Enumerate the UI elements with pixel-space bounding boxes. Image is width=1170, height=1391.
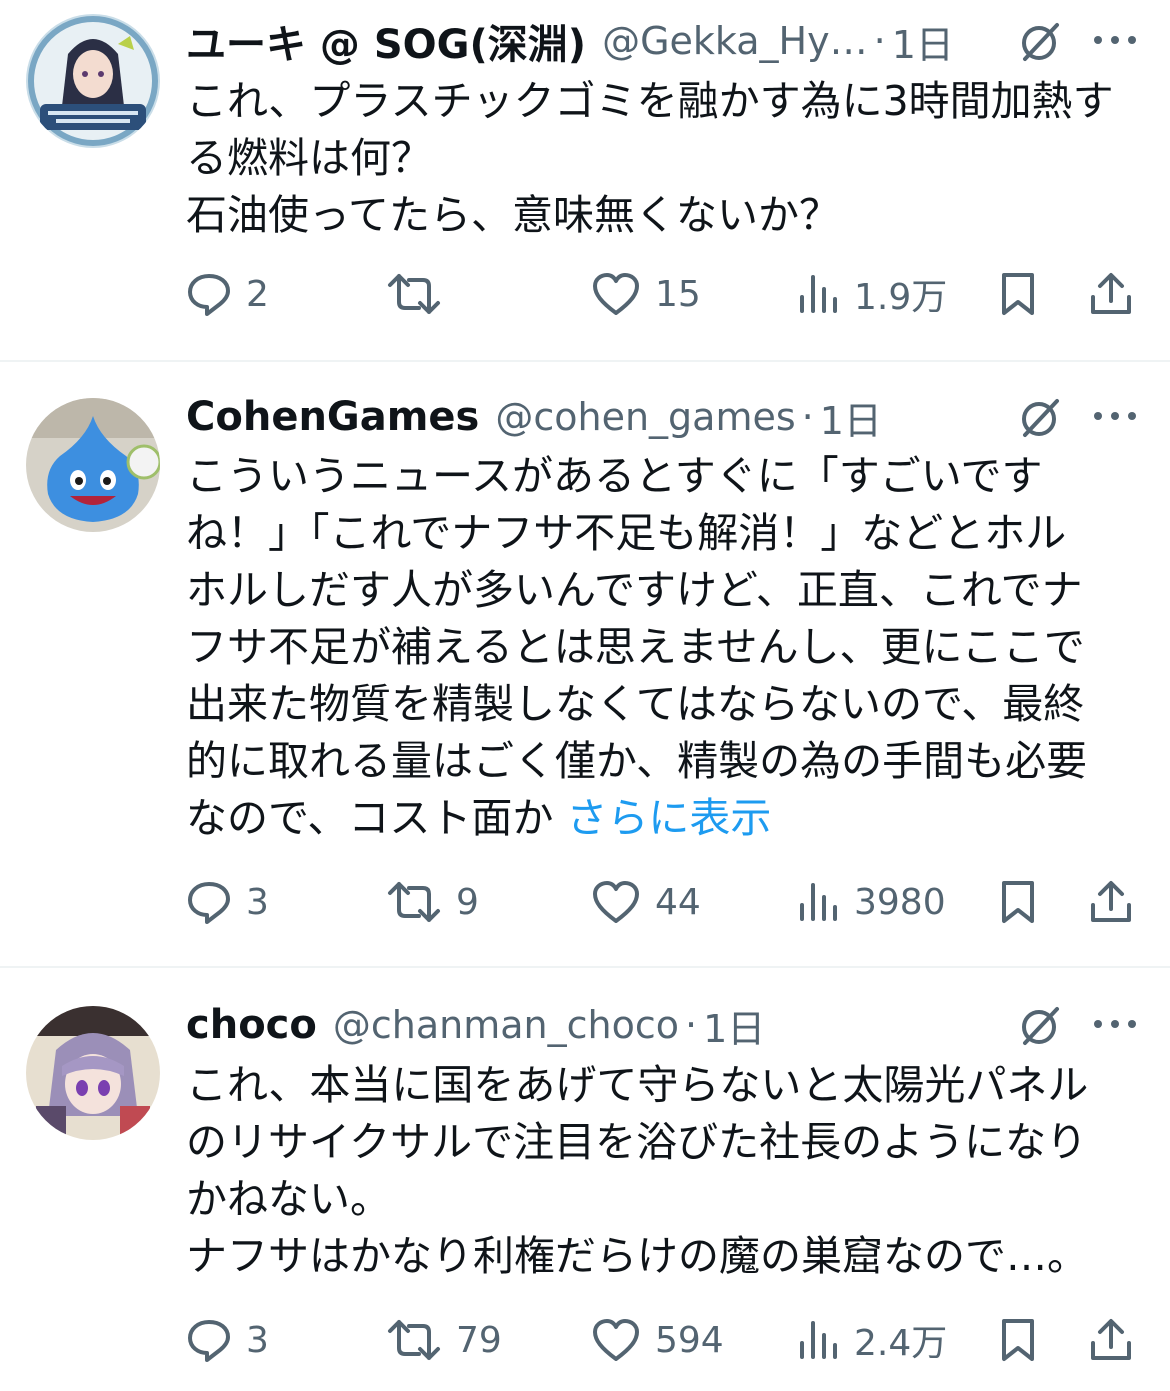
action-bar: 2 15 1.9万 <box>186 264 1146 324</box>
text-line: かねない。 <box>186 1175 391 1223</box>
text-line: ナフサはかなり利権だらけの魔の巣窟なので…。 <box>186 1232 1088 1280</box>
separator: · <box>801 395 814 439</box>
action-bar: 3 9 44 3980 <box>186 872 1146 932</box>
like-count: 15 <box>655 273 701 315</box>
like-button[interactable]: 594 <box>591 1310 724 1370</box>
tweet-3[interactable]: choco @chanman_choco · 1日 これ、本当に国をあげて守らな… <box>0 968 1170 1391</box>
display-name[interactable]: ユーキ @ SOG(深淵) <box>186 12 586 70</box>
like-icon <box>593 881 639 923</box>
repost-icon <box>388 882 440 922</box>
tweet-1[interactable]: ユーキ @ SOG(深淵) @Gekka_Hy… · 1日 これ、プラスチックゴ… <box>0 0 1170 360</box>
bookmark-icon <box>1002 881 1034 923</box>
text-line: これ、本当に国をあげて守らないと太陽光パネル <box>186 1061 1089 1109</box>
views-count: 1.9万 <box>854 277 948 318</box>
like-icon <box>593 273 639 315</box>
reply-button[interactable]: 3 <box>186 1310 269 1370</box>
grok-icon[interactable] <box>1015 393 1063 441</box>
timestamp[interactable]: 1日 <box>703 998 765 1053</box>
action-bar: 3 79 594 2.4万 <box>186 1310 1146 1370</box>
bookmark-button[interactable] <box>998 872 1038 932</box>
reply-icon <box>188 274 230 316</box>
like-icon <box>593 1319 639 1361</box>
views-icon <box>800 883 837 921</box>
repost-icon <box>388 1320 440 1360</box>
display-name[interactable]: CohenGames <box>186 394 479 440</box>
tweet-text: これ、プラスチックゴミを融かす為に3時間加熱す る燃料は何？ 石油使ってたら、意… <box>186 73 1126 244</box>
repost-button[interactable] <box>386 264 456 324</box>
views-count: 2.4万 <box>854 1323 948 1364</box>
repost-button[interactable]: 9 <box>386 872 479 932</box>
tweet-2[interactable]: CohenGames @cohen_games · 1日 こういうニュースがある… <box>0 362 1170 966</box>
text-line-last: なので、コスト面か さらに表示 <box>186 790 1126 847</box>
repost-icon <box>388 274 440 314</box>
reply-button[interactable]: 2 <box>186 264 269 324</box>
grok-icon[interactable] <box>1015 17 1063 65</box>
tweet-text: こういうニュースがあるとすぐに「すごいです ね！」「これでナフサ不足も解消！」な… <box>186 448 1126 847</box>
reply-count: 3 <box>246 1319 269 1361</box>
bookmark-button[interactable] <box>998 1310 1038 1370</box>
display-name[interactable]: choco <box>186 1002 317 1048</box>
text-line: ね！」「これでナフサ不足も解消！」などとホル <box>186 509 1067 557</box>
views-count: 3980 <box>854 881 946 923</box>
share-button[interactable] <box>1088 264 1134 324</box>
share-button[interactable] <box>1088 1310 1134 1370</box>
like-count: 594 <box>655 1319 724 1361</box>
reply-icon <box>188 1320 230 1362</box>
reply-feed: ユーキ @ SOG(深淵) @Gekka_Hy… · 1日 これ、プラスチックゴ… <box>0 0 1170 1391</box>
timestamp[interactable]: 1日 <box>892 14 954 69</box>
timestamp[interactable]: 1日 <box>820 390 882 445</box>
separator: · <box>684 1003 698 1047</box>
user-handle[interactable]: @cohen_games <box>495 395 795 439</box>
text-line: こういうニュースがあるとすぐに「すごいです <box>186 452 1043 500</box>
views-icon <box>800 275 837 313</box>
more-icon[interactable] <box>1090 30 1140 50</box>
more-icon[interactable] <box>1090 1014 1140 1034</box>
text-line: 出来た物質を精製しなくてはならないので、最終 <box>186 680 1085 728</box>
views-button[interactable]: 2.4万 <box>796 1310 947 1370</box>
repost-count: 9 <box>456 881 479 923</box>
grok-icon[interactable] <box>1015 1001 1063 1049</box>
text-line: る燃料は何？ <box>186 134 432 182</box>
like-button[interactable]: 44 <box>591 872 701 932</box>
bookmark-icon <box>1002 273 1034 315</box>
views-icon <box>800 1321 837 1359</box>
repost-count: 79 <box>456 1319 502 1361</box>
avatar[interactable] <box>26 398 160 532</box>
reply-button[interactable]: 3 <box>186 872 269 932</box>
text-line: のリサイクサルで注目を浴びた社長のようになり <box>186 1118 1088 1166</box>
user-handle[interactable]: @chanman_choco <box>333 1003 679 1047</box>
bookmark-button[interactable] <box>998 264 1038 324</box>
repost-button[interactable]: 79 <box>386 1310 502 1370</box>
views-button[interactable]: 3980 <box>796 872 946 932</box>
share-icon <box>1091 881 1131 922</box>
reply-count: 2 <box>246 273 269 315</box>
reply-count: 3 <box>246 881 269 923</box>
share-icon <box>1091 273 1131 314</box>
user-handle[interactable]: @Gekka_Hy… <box>602 19 868 63</box>
text-line: フサ不足が補えるとは思えませんし、更にここで <box>186 623 1085 671</box>
avatar[interactable] <box>26 14 160 148</box>
views-button[interactable]: 1.9万 <box>796 264 947 324</box>
text-line: ホルしだす人が多いんですけど、正直、これでナ <box>186 566 1083 614</box>
text-line: これ、プラスチックゴミを融かす為に3時間加熱す <box>186 77 1114 125</box>
more-icon[interactable] <box>1090 406 1140 426</box>
like-button[interactable]: 15 <box>591 264 701 324</box>
text-line: 的に取れる量はごく僅か、精製の為の手間も必要 <box>186 737 1088 785</box>
tweet-text: これ、本当に国をあげて守らないと太陽光パネル のリサイクサルで注目を浴びた社長の… <box>186 1057 1126 1285</box>
show-more-link[interactable]: さらに表示 <box>566 794 771 842</box>
avatar[interactable] <box>26 1006 160 1140</box>
bookmark-icon <box>1002 1319 1034 1361</box>
share-icon <box>1091 1319 1131 1360</box>
reply-icon <box>188 882 230 924</box>
separator: · <box>873 19 886 63</box>
share-button[interactable] <box>1088 872 1134 932</box>
text-line: なので、コスト面か <box>186 794 554 842</box>
text-line: 石油使ってたら、意味無くないか？ <box>186 191 840 239</box>
like-count: 44 <box>655 881 701 923</box>
